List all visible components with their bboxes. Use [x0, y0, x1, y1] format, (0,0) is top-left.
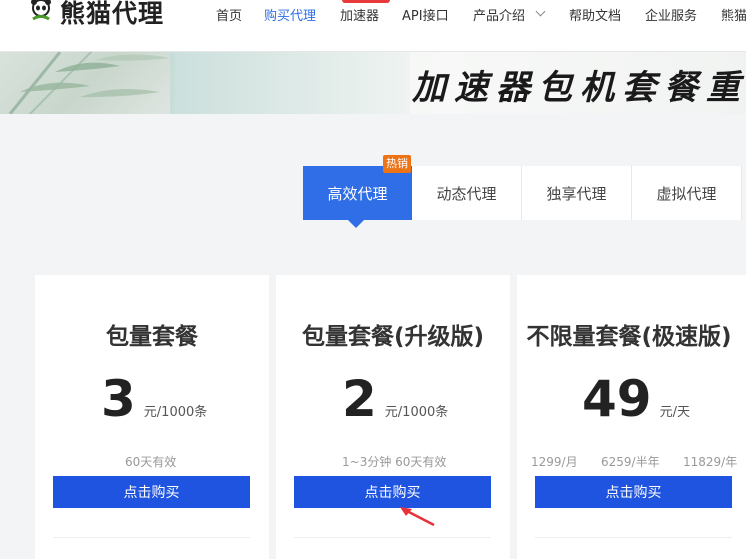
plan-price: 3 元/1000条 [101, 369, 207, 429]
banner-decoration [170, 52, 410, 114]
card-divider [53, 537, 250, 538]
plan-title: 不限量套餐(极速版) [526, 324, 732, 350]
tab-dynamic-proxy[interactable]: 动态代理 [412, 166, 522, 220]
buy-button[interactable]: 点击购买 [535, 476, 732, 508]
plan-card-package: 包量套餐 3 元/1000条 60天有效 点击购买 [35, 275, 269, 559]
nav-home[interactable]: 首页 [216, 5, 242, 24]
price-number: 2 [342, 370, 377, 428]
buy-button[interactable]: 点击购买 [294, 476, 491, 508]
nav-help-docs[interactable]: 帮助文档 [569, 5, 621, 24]
logo[interactable]: 熊猫代理 [28, 0, 164, 32]
tab-efficient-proxy[interactable]: 高效代理 [303, 166, 412, 228]
plan-price: 2 元/1000条 [342, 369, 448, 429]
plan-card-package-upgraded: 包量套餐(升级版) 2 元/1000条 1~3分钟 60天有效 点击购买 [276, 275, 510, 559]
plan-title: 包量套餐 [106, 324, 198, 350]
plan-card-unlimited: 不限量套餐(极速版) 49 元/天 1299/月 6259/半年 11829/年… [517, 275, 746, 559]
price-number: 3 [101, 370, 136, 428]
price-number: 49 [582, 370, 652, 428]
nav-products[interactable]: 产品介绍 [473, 5, 525, 24]
price-yearly: 11829/年 [683, 455, 738, 469]
plan-validity: 1~3分钟 60天有效 [342, 455, 447, 469]
chevron-down-icon[interactable] [535, 6, 546, 17]
top-header: 熊猫代理 首页 购买代理 加速器 API接口 产品介绍 帮助文档 企业服务 熊猫 [0, 0, 746, 52]
plan-validity: 60天有效 [125, 455, 177, 469]
price-unit: 元/天 [659, 405, 690, 420]
promo-banner[interactable]: 加速器包机套餐重磅 [0, 52, 746, 114]
tab-exclusive-proxy[interactable]: 独享代理 [522, 166, 632, 220]
card-divider [294, 537, 491, 538]
panda-logo-icon [28, 0, 54, 25]
red-arrow-annotation-icon [398, 505, 438, 531]
bamboo-image [0, 52, 175, 114]
banner-title: 加速器包机套餐重磅 [412, 68, 746, 108]
plan-price: 49 元/天 [582, 369, 690, 429]
tab-virtual-proxy[interactable]: 虚拟代理 [632, 166, 742, 220]
nav-buy-proxy[interactable]: 购买代理 [264, 5, 316, 24]
price-half-year: 6259/半年 [601, 455, 660, 469]
price-unit: 元/1000条 [384, 405, 449, 420]
hot-badge: 热销 [383, 155, 411, 173]
plan-title: 包量套餐(升级版) [301, 324, 485, 350]
nav-enterprise[interactable]: 企业服务 [645, 5, 697, 24]
nav-panda[interactable]: 熊猫 [721, 5, 746, 24]
proxy-tabs: 高效代理 动态代理 独享代理 虚拟代理 [303, 166, 742, 228]
nav-accelerator[interactable]: 加速器 [340, 5, 379, 24]
brand-name: 熊猫代理 [60, 0, 165, 28]
price-monthly: 1299/月 [531, 455, 578, 469]
nav-new-badge [342, 0, 390, 3]
price-unit: 元/1000条 [143, 405, 208, 420]
nav-api[interactable]: API接口 [402, 5, 449, 24]
buy-button[interactable]: 点击购买 [53, 476, 250, 508]
card-divider [535, 537, 732, 538]
